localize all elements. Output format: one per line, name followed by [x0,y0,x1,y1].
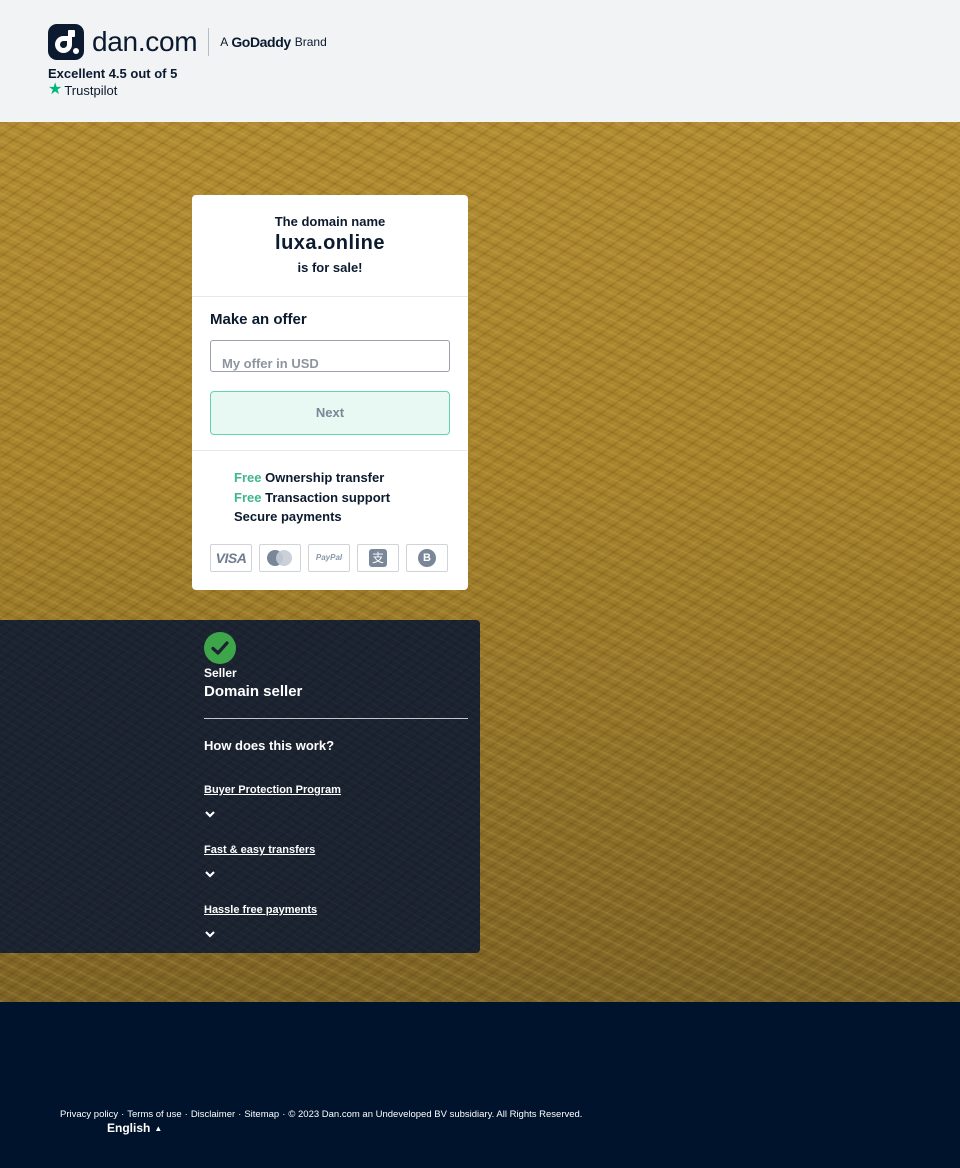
sale-card: The domain name luxa.online is for sale!… [192,195,468,590]
paypal-icon: PayPal [308,543,350,572]
language-label: English [107,1121,151,1135]
feature-item: Free Ownership transfer [234,470,468,490]
separator: · [121,1109,125,1120]
trustpilot-label: Trustpilot [64,82,118,98]
logo-link[interactable]: dan.com A GoDaddy Brand [48,24,327,60]
trustpilot-rating[interactable]: Excellent 4.5 out of 5 [48,66,177,81]
site-header: dan.com A GoDaddy Brand Excellent 4.5 ou… [0,0,960,122]
feature-item: Free Transaction support [234,490,468,510]
accordion-buyer-protection[interactable]: Buyer Protection Program [204,784,341,796]
dan-logo-icon [48,24,84,60]
chevron-down-icon[interactable] [204,809,216,819]
footer-link-privacy[interactable]: Privacy policy [60,1109,118,1120]
chevron-down-icon[interactable] [204,929,216,939]
visa-icon: VISA [210,543,252,572]
logo-divider [208,28,210,56]
next-button[interactable]: Next [210,390,450,435]
language-selector[interactable]: English ▲ [107,1121,162,1135]
footer-links: Privacy policy · Terms of use · Disclaimer · S… [60,1109,582,1120]
footer-link-terms[interactable]: Terms of use [127,1109,181,1120]
separator: · [238,1109,242,1120]
logo-text: dan.com [92,26,198,57]
bitcoin-icon: B [406,543,448,572]
seller-name: Domain seller [204,683,303,700]
feature-text: Transaction support [265,489,391,505]
caret-up-icon: ▲ [154,1123,163,1133]
card-heading: The domain name [274,214,386,229]
accordion-fast-transfers[interactable]: Fast & easy transfers [204,844,315,856]
card-header: The domain name luxa.online is for sale! [192,195,468,297]
trustpilot-star-icon: ★ [48,81,63,98]
trustpilot-link[interactable]: ★ Trustpilot [48,82,117,98]
alipay-icon: 支 [357,543,399,572]
copyright: © 2023 Dan.com an Undeveloped BV subsidi… [288,1109,583,1120]
accordion-hassle-free-payments[interactable]: Hassle free payments [204,904,317,916]
feature-list: Free Ownership transfer Free Transaction… [192,451,468,529]
offer-title: Make an offer [210,311,307,328]
footer-link-sitemap[interactable]: Sitemap [244,1109,279,1120]
free-badge: Free [234,470,262,485]
footer-link-disclaimer[interactable]: Disclaimer [191,1109,235,1120]
mastercard-icon [259,543,301,572]
feature-text: Secure payments [234,509,342,524]
check-circle-icon [204,632,236,664]
offer-amount-input[interactable] [210,340,450,372]
payment-methods: VISA PayPal 支 B [192,529,468,572]
seller-panel: Seller Domain seller How does this work?… [0,620,480,953]
brand-prefix: A [220,35,229,49]
divider [204,718,468,719]
brand-suffix: Brand [294,35,327,49]
seller-label: Seller [204,666,237,680]
feature-text: Ownership transfer [265,470,385,485]
free-badge: Free [234,489,262,505]
chevron-down-icon[interactable] [204,869,216,879]
how-it-works-title: How does this work? [204,738,335,753]
for-sale-text: is for sale! [297,260,363,275]
separator: · [184,1109,188,1120]
domain-name: luxa.online [275,232,385,254]
feature-item: Secure payments [234,509,468,529]
godaddy-logo: GoDaddy [231,34,291,50]
separator: · [282,1109,286,1120]
offer-form: Make an offer Next [192,297,468,451]
site-footer: Privacy policy · Terms of use · Disclaimer · S… [0,1002,960,1168]
